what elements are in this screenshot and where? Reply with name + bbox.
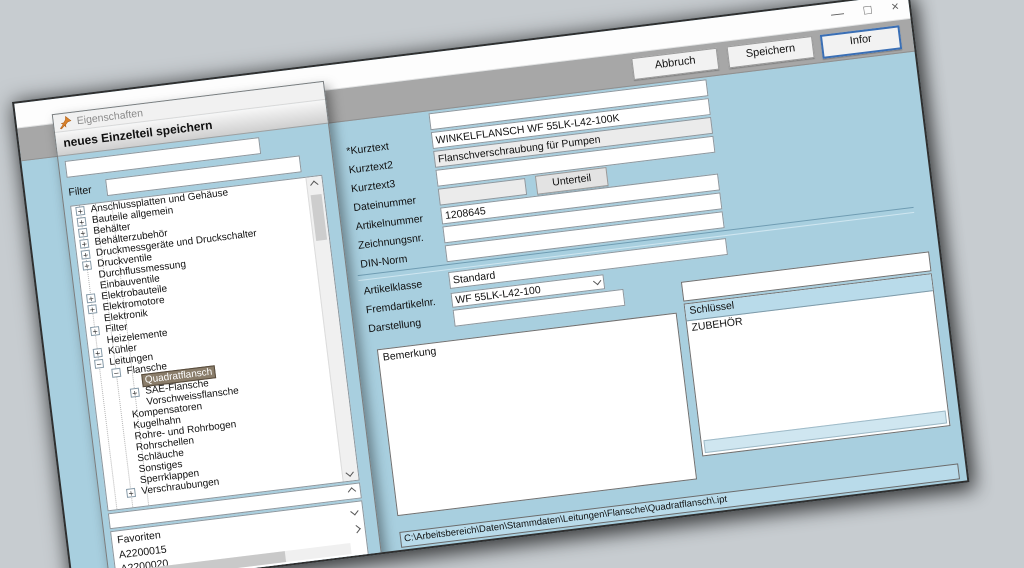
scroll-down-icon[interactable] — [345, 468, 353, 476]
properties-form: *Kurztext Kurztext2 Kurztext3 Dateinumme… — [339, 50, 968, 551]
pushpin-icon — [58, 115, 72, 129]
tree-connector — [120, 437, 133, 439]
desktop-background: — □ × Abbruch Speichern Infor *Kurztext … — [0, 0, 1024, 568]
expand-icon[interactable]: + — [75, 206, 85, 216]
tree-connector — [84, 275, 97, 277]
expand-icon[interactable]: + — [93, 348, 103, 358]
category-tree: +Anschlussplatten und Gehäuse+Bauteile a… — [71, 178, 344, 511]
expand-icon[interactable]: + — [77, 217, 87, 227]
tree-connector — [124, 470, 137, 472]
bemerkung-group: Bemerkung — [377, 313, 697, 517]
collapse-icon[interactable]: − — [94, 359, 104, 369]
collapse-icon[interactable]: − — [111, 368, 121, 378]
scrollbar-thumb[interactable] — [311, 194, 328, 241]
tree-connector — [119, 426, 132, 428]
maximize-icon[interactable]: □ — [863, 1, 873, 20]
close-icon[interactable]: × — [890, 0, 900, 16]
tree-connector — [132, 403, 145, 405]
category-tree-panel: +Anschlussplatten und Gehäuse+Bauteile a… — [70, 175, 360, 512]
expand-icon[interactable]: + — [79, 239, 89, 249]
schluessel-scrollbar[interactable] — [703, 411, 947, 454]
tree-connector — [85, 286, 98, 288]
field-label — [344, 122, 429, 132]
eigenschaften-dialog: Eigenschaften neues Einzelteil speichern… — [52, 81, 392, 568]
expand-icon[interactable]: + — [130, 388, 140, 398]
schluessel-group: Schlüssel ZUBEHÖR — [684, 273, 951, 456]
tree-connector — [92, 341, 105, 343]
tree-connector — [89, 319, 102, 321]
expand-icon[interactable]: + — [82, 261, 92, 271]
expand-icon[interactable]: + — [90, 326, 100, 336]
expand-icon[interactable]: + — [87, 304, 97, 314]
tree-connector — [125, 481, 138, 483]
scroll-up-icon[interactable] — [348, 487, 356, 495]
tree-connector — [129, 381, 142, 383]
expand-icon[interactable]: + — [78, 228, 88, 238]
tree-connector — [117, 415, 130, 417]
filter-label: Filter — [68, 183, 99, 199]
main-window: — □ × Abbruch Speichern Infor *Kurztext … — [12, 0, 969, 568]
minimize-icon[interactable]: — — [830, 4, 845, 23]
tree-connector — [123, 459, 136, 461]
tree-connector — [121, 448, 134, 450]
expand-icon[interactable]: + — [126, 488, 136, 498]
expand-icon[interactable]: + — [86, 293, 96, 303]
scroll-up-icon[interactable] — [310, 181, 318, 189]
expand-icon[interactable]: + — [81, 250, 91, 260]
